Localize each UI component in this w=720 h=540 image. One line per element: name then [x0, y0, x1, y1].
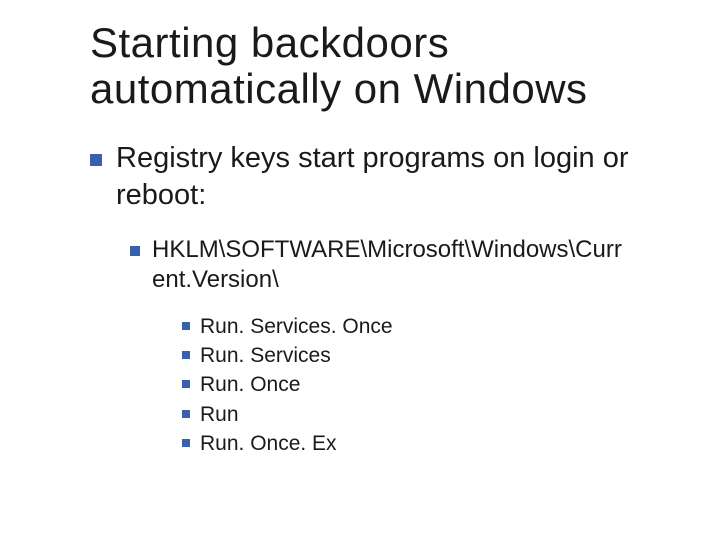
bullet-level1: Registry keys start programs on login or… — [90, 140, 680, 213]
square-bullet-icon — [182, 351, 190, 359]
bullet-level3-list: Run. Services. Once Run. Services Run. O… — [182, 313, 680, 457]
list-item: Run. Services — [182, 342, 680, 369]
level2-text: HKLM\SOFTWARE\Microsoft\Windows\Curr ent… — [152, 235, 680, 295]
square-bullet-icon — [130, 246, 140, 256]
level3-text: Run — [200, 401, 239, 428]
square-bullet-icon — [182, 380, 190, 388]
square-bullet-icon — [90, 154, 102, 166]
bullet-level2: HKLM\SOFTWARE\Microsoft\Windows\Curr ent… — [130, 235, 680, 295]
slide: Starting backdoors automatically on Wind… — [0, 0, 720, 540]
square-bullet-icon — [182, 322, 190, 330]
level3-text: Run. Services — [200, 342, 331, 369]
square-bullet-icon — [182, 410, 190, 418]
list-item: Run. Services. Once — [182, 313, 680, 340]
level3-text: Run. Once — [200, 371, 300, 398]
square-bullet-icon — [182, 439, 190, 447]
list-item: Run. Once — [182, 371, 680, 398]
level3-text: Run. Once. Ex — [200, 430, 337, 457]
level1-text: Registry keys start programs on login or… — [116, 140, 680, 213]
level3-text: Run. Services. Once — [200, 313, 393, 340]
list-item: Run. Once. Ex — [182, 430, 680, 457]
slide-title: Starting backdoors automatically on Wind… — [90, 20, 680, 112]
list-item: Run — [182, 401, 680, 428]
